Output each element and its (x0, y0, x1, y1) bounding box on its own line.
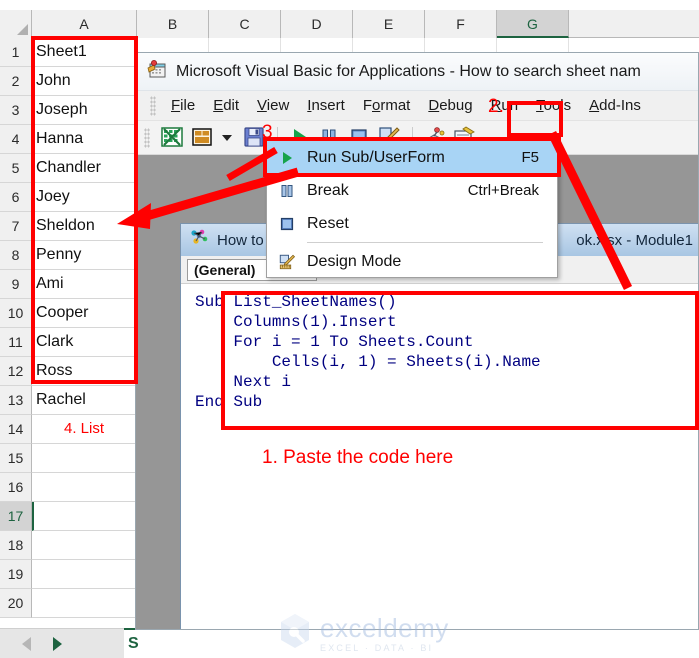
row-header-17[interactable]: 17 (0, 502, 32, 531)
menu-add-ins[interactable]: Add-Ins (580, 95, 650, 116)
menu-item-break[interactable]: Break Ctrl+Break (267, 174, 557, 207)
row-header-18[interactable]: 18 (0, 531, 32, 560)
row-header-4[interactable]: 4 (0, 125, 32, 154)
menu-item-label: Break (307, 181, 349, 199)
row-header-14[interactable]: 14 (0, 415, 32, 444)
exceldemy-logo-icon (278, 612, 312, 655)
row-header-13[interactable]: 13 (0, 386, 32, 415)
userform-view-icon[interactable] (190, 125, 216, 151)
cell-A14[interactable]: 4. List (32, 415, 137, 444)
annotation-label-step2: 2. (488, 96, 504, 117)
sheet-tab-active[interactable]: S (124, 628, 154, 658)
screenshot-root: ABCDEFG 1 Sheet1 2 John 3 Joseph 4 Hanna 5 Chandl… (0, 0, 699, 658)
exceldemy-watermark: exceldemy EXCEL · DATA · BI (278, 612, 449, 655)
vba-window-title: Microsoft Visual Basic for Applications … (176, 62, 641, 80)
annotation-box-code (221, 291, 699, 430)
row-header-3[interactable]: 3 (0, 96, 32, 125)
menu-format[interactable]: Format (354, 95, 420, 116)
toolbar-dropdown-caret-icon[interactable] (222, 134, 232, 141)
watermark-brand: exceldemy (320, 612, 449, 643)
annotation-box-column-a (31, 36, 138, 384)
column-header-f[interactable]: F (425, 10, 497, 38)
vba-title-bar: Microsoft Visual Basic for Applications … (136, 53, 698, 91)
cell-A16[interactable] (32, 473, 137, 502)
cell-A18[interactable] (32, 531, 137, 560)
column-header-a[interactable]: A (32, 10, 137, 38)
column-header-c[interactable]: C (209, 10, 281, 38)
excel-view-icon[interactable] (160, 125, 186, 151)
row-header-10[interactable]: 10 (0, 299, 32, 328)
menu-insert[interactable]: Insert (298, 95, 354, 116)
sheet-tab-bar (0, 628, 124, 658)
annotation-label-step3: 3 (262, 122, 273, 143)
menu-file[interactable]: File (162, 95, 204, 116)
row-header-1[interactable]: 1 (0, 38, 32, 67)
stop-icon (267, 216, 307, 232)
menu-debug[interactable]: Debug (419, 95, 481, 116)
menu-item-label: Reset (307, 214, 349, 232)
row-header-12[interactable]: 12 (0, 357, 32, 386)
row-header-16[interactable]: 16 (0, 473, 32, 502)
column-header-row: ABCDEFG (0, 10, 699, 38)
row-header-20[interactable]: 20 (0, 589, 32, 618)
triangle-left-icon[interactable] (22, 636, 31, 651)
menu-item-shortcut: Ctrl+Break (467, 182, 539, 199)
row-header-6[interactable]: 6 (0, 183, 32, 212)
cell-A19[interactable] (32, 560, 137, 589)
menu-view[interactable]: View (248, 95, 298, 116)
row-header-11[interactable]: 11 (0, 328, 32, 357)
menu-separator (307, 242, 543, 243)
select-all-triangle-icon (17, 24, 28, 35)
column-header-e[interactable]: E (353, 10, 425, 38)
vba-menu-bar: File Edit View Insert Format Debug Run Tools Add… (136, 91, 698, 121)
annotation-box-run-sub-userform (263, 137, 561, 177)
cell-A15[interactable] (32, 444, 137, 473)
annotation-box-run-menu (507, 101, 563, 137)
watermark-tagline: EXCEL · DATA · BI (320, 642, 434, 653)
code-window-title-right: ok.xlsx - Module1 (576, 231, 693, 249)
row-header-7[interactable]: 7 (0, 212, 32, 241)
cell-A20[interactable] (32, 589, 137, 618)
row-header-5[interactable]: 5 (0, 154, 32, 183)
menu-item-label: Design Mode (307, 252, 402, 270)
cell-A17[interactable] (32, 502, 137, 531)
toolbar-grip-icon[interactable] (144, 127, 150, 148)
annotation-label-step1: 1. Paste the code here (262, 447, 454, 468)
row-header-19[interactable]: 19 (0, 560, 32, 589)
menu-grip-icon[interactable] (150, 95, 156, 116)
row-header-9[interactable]: 9 (0, 270, 32, 299)
menu-edit[interactable]: Edit (204, 95, 248, 116)
pause-icon (267, 183, 307, 199)
row-header-2[interactable]: 2 (0, 67, 32, 96)
row-header-8[interactable]: 8 (0, 241, 32, 270)
vba-app-icon (146, 58, 168, 85)
menu-item-design-mode[interactable]: Design Mode (267, 245, 557, 278)
triangle-right-icon[interactable] (53, 636, 62, 651)
column-header-g[interactable]: G (497, 10, 569, 38)
code-window-title-left: How to (217, 231, 264, 249)
row-header-15[interactable]: 15 (0, 444, 32, 473)
column-header-d[interactable]: D (281, 10, 353, 38)
module-icon (189, 228, 209, 252)
menu-item-reset[interactable]: Reset (267, 207, 557, 240)
select-all-corner[interactable] (0, 10, 32, 38)
column-header-b[interactable]: B (137, 10, 209, 38)
cell-A13[interactable]: Rachel (32, 386, 137, 415)
design-mode-icon (267, 253, 307, 271)
